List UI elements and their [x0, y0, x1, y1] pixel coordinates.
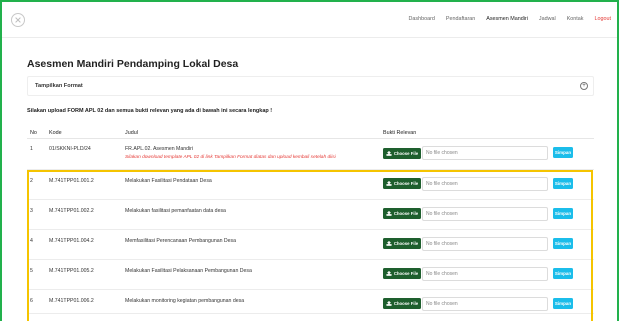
top-navbar: Dashboard Pendaftaran Asesmen Mandiri Ja…: [2, 2, 617, 38]
table-row: 1 01/SKKNI-PLD/24 FR.APL.02. Asesmen Mandi…: [27, 140, 594, 170]
row-note: Silakan download template APL 02 di link…: [125, 155, 336, 160]
header-kode: Kode: [49, 130, 62, 136]
main-nav: Dashboard Pendaftaran Asesmen Mandiri Ja…: [398, 16, 611, 22]
header-judul: Judul: [125, 130, 138, 136]
format-toggle-label[interactable]: Tampilkan Format: [35, 83, 83, 89]
file-input[interactable]: No file chosen: [422, 297, 548, 311]
row-kode: M.741TPP01.006.2: [49, 298, 94, 304]
save-button[interactable]: Simpan: [553, 298, 573, 309]
nav-dashboard[interactable]: Dashboard: [409, 16, 435, 22]
table-row: 5 M.741TPP01.005.2 Melakukan Fasilitasi Pe…: [27, 260, 594, 290]
page-title: Asesmen Mandiri Pendamping Lokal Desa: [27, 58, 239, 70]
row-number: 1: [30, 146, 33, 152]
row-judul: Melakukan Fasilitasi Pelaksanaan Pembang…: [125, 268, 252, 274]
row-kode: M.741TPP01.005.2: [49, 268, 94, 274]
row-judul: Melakukan Fasilitasi Pendataan Desa: [125, 178, 212, 184]
row-kode: M.741TPP01.001.2: [49, 178, 94, 184]
choose-file-button[interactable]: Choose File: [383, 268, 421, 279]
file-input[interactable]: No file chosen: [422, 177, 548, 191]
choose-file-label: Choose File: [393, 301, 419, 306]
table-row: 4 M.741TPP01.004.2 Memfasilitasi Perencana…: [27, 230, 594, 260]
upload-icon: [386, 181, 392, 186]
nav-asesmen-mandiri[interactable]: Asesmen Mandiri: [486, 16, 528, 22]
plus-circle-icon[interactable]: +: [580, 82, 588, 90]
choose-file-label: Choose File: [393, 211, 419, 216]
save-button[interactable]: Simpan: [553, 238, 573, 249]
choose-file-label: Choose File: [393, 241, 419, 246]
save-button[interactable]: Simpan: [553, 147, 573, 158]
row-judul: FR.APL.02. Asesmen Mandiri: [125, 146, 194, 152]
row-judul: Melakukan fasilitasi pemanfaatan data de…: [125, 208, 226, 214]
save-button[interactable]: Simpan: [553, 208, 573, 219]
table-header: No Kode Judul Bukti Relevan: [27, 127, 594, 139]
choose-file-button[interactable]: Choose File: [383, 238, 421, 249]
file-input[interactable]: No file chosen: [422, 267, 548, 281]
upload-instruction: Silakan upload FORM APL 02 dan semua buk…: [27, 108, 273, 114]
row-number: 2: [30, 178, 33, 184]
choose-file-button[interactable]: Choose File: [383, 148, 421, 159]
row-judul: Memfasilitasi Perencanaan Pembangunan De…: [125, 238, 237, 244]
file-input[interactable]: No file chosen: [422, 146, 548, 160]
upload-icon: [386, 241, 392, 246]
nav-logout[interactable]: Logout: [595, 16, 612, 22]
row-kode: M.741TPP01.004.2: [49, 238, 94, 244]
row-number: 5: [30, 268, 33, 274]
row-judul: Melakukan monitoring kegiatan pembanguna…: [125, 298, 245, 304]
table-row: 3 M.741TPP01.002.2 Melakukan fasilitasi pe…: [27, 200, 594, 230]
row-kode: 01/SKKNI-PLD/24: [49, 146, 91, 152]
row-number: 4: [30, 238, 33, 244]
upload-icon: [386, 301, 392, 306]
upload-icon: [386, 271, 392, 276]
file-input[interactable]: No file chosen: [422, 237, 548, 251]
save-button[interactable]: Simpan: [553, 268, 573, 279]
choose-file-button[interactable]: Choose File: [383, 298, 421, 309]
upload-icon: [386, 151, 392, 156]
choose-file-label: Choose File: [393, 181, 419, 186]
format-accordion[interactable]: Tampilkan Format +: [27, 76, 594, 96]
header-bukti-relevan: Bukti Relevan: [383, 130, 417, 136]
choose-file-label: Choose File: [393, 271, 419, 276]
table-row: 2 M.741TPP01.001.2 Melakukan Fasilitasi Pe…: [27, 170, 594, 200]
save-button[interactable]: Simpan: [553, 178, 573, 189]
row-number: 6: [30, 298, 33, 304]
nav-kontak[interactable]: Kontak: [567, 16, 584, 22]
logo-icon[interactable]: [11, 13, 25, 27]
nav-jadwal[interactable]: Jadwal: [539, 16, 556, 22]
header-no: No: [30, 130, 37, 136]
table-row: 6 M.741TPP01.006.2 Melakukan monitoring ke…: [27, 290, 594, 314]
upload-icon: [386, 211, 392, 216]
file-input[interactable]: No file chosen: [422, 207, 548, 221]
choose-file-button[interactable]: Choose File: [383, 208, 421, 219]
row-number: 3: [30, 208, 33, 214]
choose-file-button[interactable]: Choose File: [383, 178, 421, 189]
choose-file-label: Choose File: [393, 151, 419, 156]
nav-pendaftaran[interactable]: Pendaftaran: [446, 16, 475, 22]
row-kode: M.741TPP01.002.2: [49, 208, 94, 214]
